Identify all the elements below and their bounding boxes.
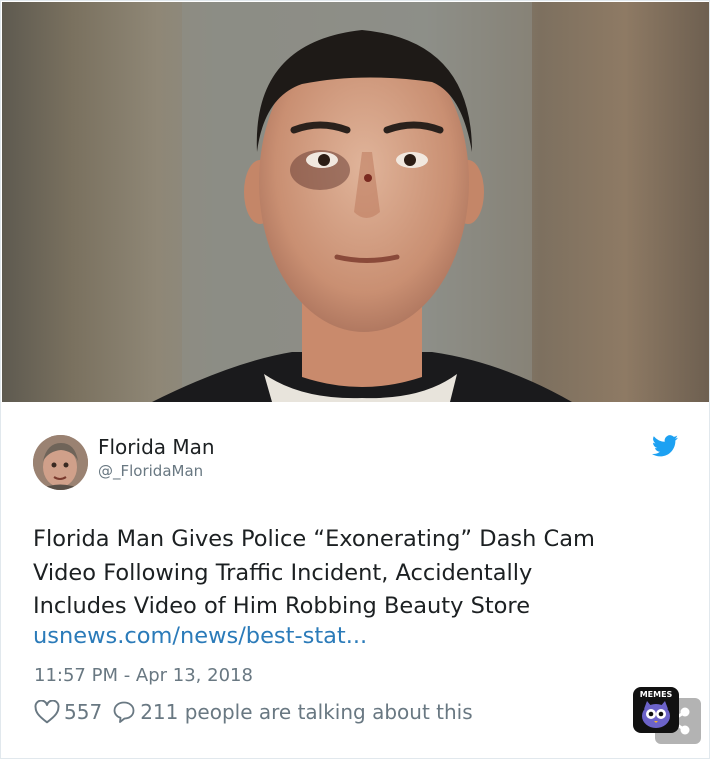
reply-button[interactable]: 211 people are talking about this: [112, 700, 473, 724]
like-button[interactable]: 557: [34, 700, 102, 724]
author-avatar[interactable]: [33, 435, 88, 490]
tweet-timestamp[interactable]: 11:57 PM - Apr 13, 2018: [34, 665, 253, 686]
author-handle[interactable]: @_FloridaMan: [98, 462, 203, 480]
article-link[interactable]: usnews.com/news/best-stat...: [33, 623, 367, 649]
speech-bubble-icon: [112, 700, 136, 724]
tweet-body: Florida Man @_FloridaMan Florida Man Giv…: [1, 403, 709, 758]
tweet-text-line: Video Following Traffic Incident, Accide…: [33, 559, 533, 586]
tweet-text-line: Florida Man Gives Police “Exonerating” D…: [33, 526, 595, 552]
tweet-actions: 557 211 people are talking about this: [34, 699, 473, 725]
mugshot-photo[interactable]: [2, 2, 709, 402]
tweet-text: Florida Man Gives Police “Exonerating” D…: [33, 523, 673, 624]
heart-icon: [34, 700, 60, 724]
memes-watermark-logo: MEMES: [633, 687, 679, 733]
like-count: 557: [64, 700, 103, 724]
twitter-bird-icon[interactable]: [652, 435, 678, 457]
reply-count: 211 people are talking about this: [140, 700, 473, 724]
tweet-text-line: Includes Video of Him Robbing Beauty Sto…: [33, 593, 531, 619]
tweet-card: Florida Man @_FloridaMan Florida Man Giv…: [0, 0, 710, 759]
author-name[interactable]: Florida Man: [98, 435, 215, 459]
